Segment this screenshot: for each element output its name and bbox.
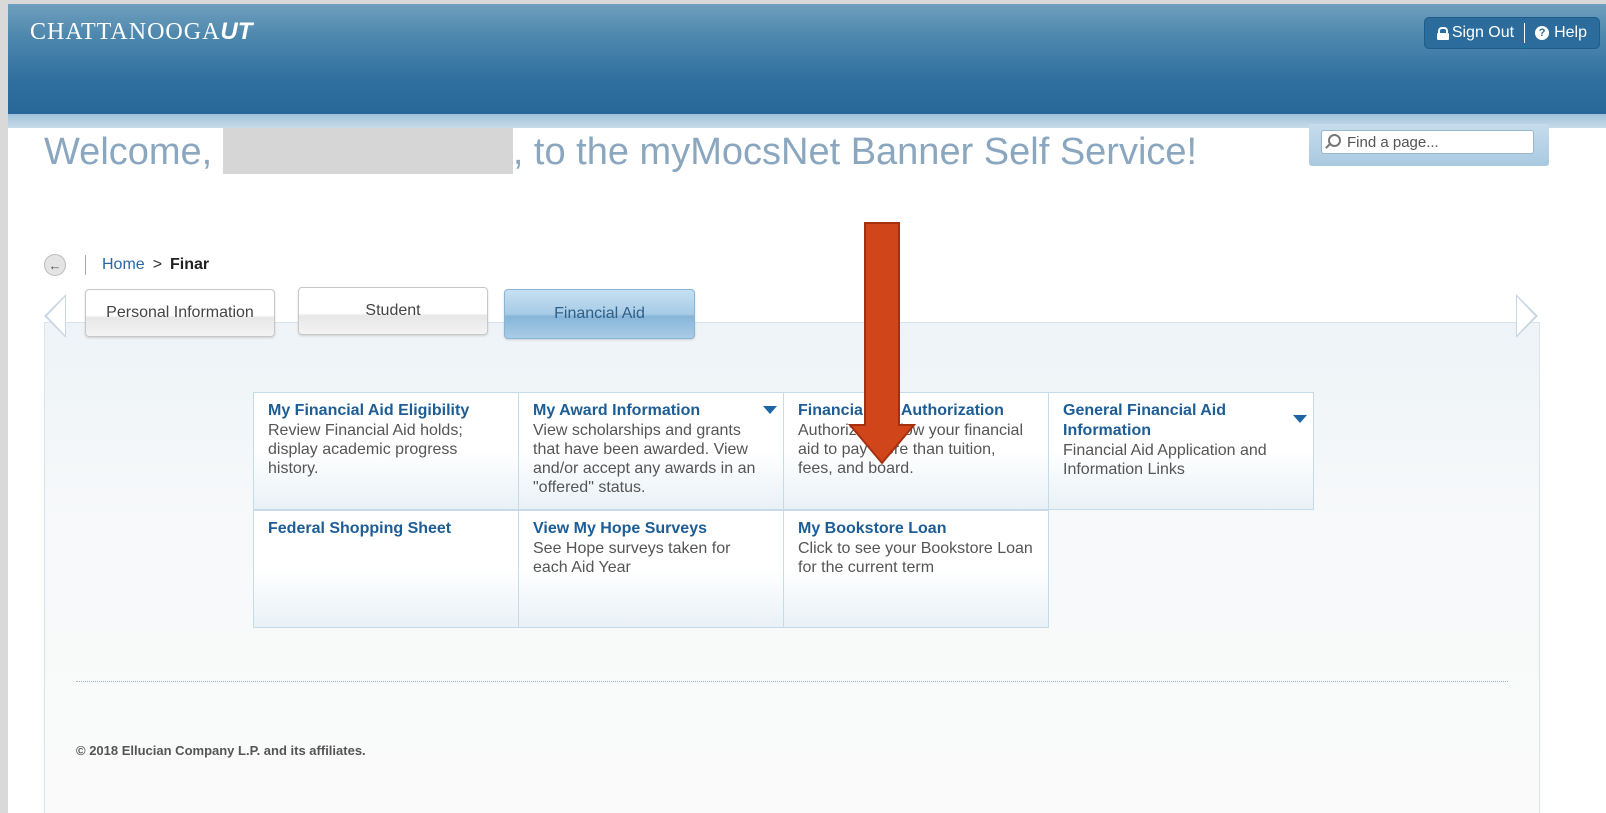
breadcrumb-home-link[interactable]: Home xyxy=(102,256,145,274)
card-description: Financial Aid Application and Informatio… xyxy=(1063,442,1267,478)
card-description: See Hope surveys taken for each Aid Year xyxy=(533,540,731,576)
tab-personal-information[interactable]: Personal Information xyxy=(85,289,275,337)
breadcrumb-divider xyxy=(85,255,86,275)
back-arrow-icon: ← xyxy=(48,257,62,273)
card-financial-aid-authorization[interactable]: Financial Aid Authorization Authorize to… xyxy=(783,392,1049,510)
card-award-information[interactable]: My Award Information View scholarships a… xyxy=(518,392,784,510)
search-placeholder: Find a page... xyxy=(1347,133,1439,151)
tab-financial-aid[interactable]: Financial Aid xyxy=(504,289,695,339)
breadcrumb-current: Finar xyxy=(170,256,210,273)
footer-copyright: © 2018 Ellucian Company L.P. and its aff… xyxy=(76,743,366,758)
tab-label: Student xyxy=(365,302,421,319)
card-title: View My Hope Surveys xyxy=(533,520,707,537)
card-title: Federal Shopping Sheet xyxy=(268,520,452,537)
logo-text: CHATTANOOGA xyxy=(30,19,221,45)
card-title: My Financial Aid Eligibility xyxy=(268,402,470,419)
top-nav: Sign Out ? Help xyxy=(1423,17,1600,49)
welcome-prefix: Welcome, xyxy=(44,131,213,173)
card-description: View scholarships and grants that have b… xyxy=(533,422,756,496)
card-title: Financial Aid Authorization xyxy=(798,402,1004,419)
breadcrumb-separator: > xyxy=(152,256,163,273)
card-description: Authorize to allow your financial aid to… xyxy=(798,422,1024,477)
welcome-suffix: , to the myMocsNet Banner Self Service! xyxy=(512,131,1198,173)
tabs-scroll-right-button[interactable] xyxy=(1516,294,1538,338)
help-button[interactable]: ? Help xyxy=(1535,24,1587,42)
page: CHATTANOOGAUT Sign Out ? Help Welcome, ,… xyxy=(8,4,1606,813)
sign-out-button[interactable]: Sign Out xyxy=(1436,24,1515,42)
search-input[interactable]: Find a page... xyxy=(1321,130,1534,154)
search-icon xyxy=(1328,134,1341,147)
redacted-name xyxy=(222,127,513,174)
breadcrumb: ← Home > Finar xyxy=(44,254,209,276)
welcome-heading: Welcome, , to the myMocsNet Banner Self … xyxy=(44,127,1198,174)
sign-out-label: Sign Out xyxy=(1451,24,1515,41)
back-button[interactable]: ← xyxy=(44,254,66,276)
tabs-scroll-left-button[interactable] xyxy=(44,294,66,338)
card-financial-aid-eligibility[interactable]: My Financial Aid Eligibility Review Fina… xyxy=(253,392,519,510)
card-hope-surveys[interactable]: View My Hope Surveys See Hope surveys ta… xyxy=(518,510,784,628)
lock-icon xyxy=(1436,27,1449,40)
university-logo[interactable]: CHATTANOOGAUT xyxy=(30,18,252,46)
header-banner: CHATTANOOGAUT Sign Out ? Help xyxy=(8,4,1606,114)
tab-label: Financial Aid xyxy=(554,305,645,322)
card-title: My Bookstore Loan xyxy=(798,520,947,537)
card-title: General Financial Aid Information xyxy=(1063,402,1227,439)
card-bookstore-loan[interactable]: My Bookstore Loan Click to see your Book… xyxy=(783,510,1049,628)
logo-ut-mark: UT xyxy=(220,18,253,45)
tab-student[interactable]: Student xyxy=(298,287,488,335)
dropdown-arrow-icon[interactable] xyxy=(1293,415,1307,423)
footer-divider xyxy=(76,681,1508,682)
dropdown-arrow-icon[interactable] xyxy=(763,406,777,414)
card-federal-shopping-sheet[interactable]: Federal Shopping Sheet xyxy=(253,510,519,628)
card-general-financial-aid-information[interactable]: General Financial Aid Information Financ… xyxy=(1048,392,1314,510)
help-icon: ? xyxy=(1535,26,1550,40)
card-title: My Award Information xyxy=(533,402,701,419)
tab-label: Personal Information xyxy=(106,304,254,321)
search-panel: Find a page... xyxy=(1309,124,1549,166)
card-description: Review Financial Aid holds; display acad… xyxy=(268,422,463,477)
card-description: Click to see your Bookstore Loan for the… xyxy=(798,540,1033,576)
nav-divider xyxy=(1524,23,1526,43)
help-label: Help xyxy=(1554,24,1587,41)
